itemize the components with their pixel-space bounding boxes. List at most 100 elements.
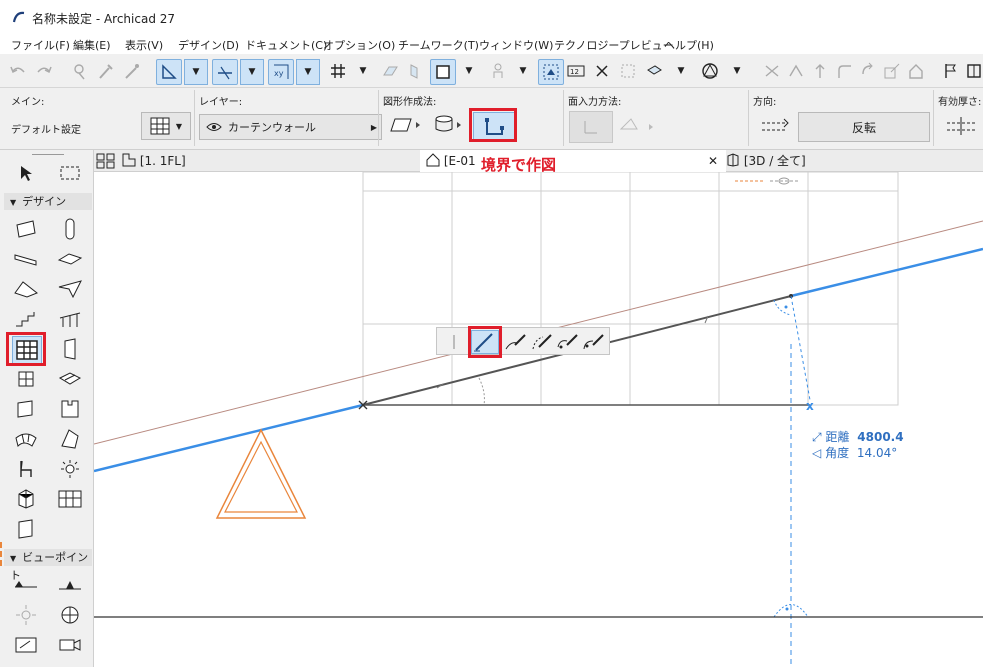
- roof-tool[interactable]: [12, 276, 40, 302]
- grid-icon[interactable]: [326, 59, 350, 83]
- menu-options[interactable]: オプション(O): [323, 37, 395, 53]
- plane-method-button[interactable]: [569, 111, 613, 143]
- selection-box-icon[interactable]: [616, 59, 640, 83]
- plane-method-alt-button[interactable]: [617, 115, 657, 139]
- human-figure-icon[interactable]: [486, 59, 510, 83]
- wall-plane-icon[interactable]: [402, 59, 426, 83]
- detail-tool[interactable]: [12, 632, 40, 658]
- lamp-tool[interactable]: [56, 456, 84, 482]
- grid-dropdown-icon[interactable]: ▼: [352, 59, 374, 83]
- zone-tool[interactable]: [12, 486, 40, 512]
- section-tool[interactable]: [12, 572, 40, 598]
- railing-tool[interactable]: [56, 306, 84, 332]
- interior-elevation-tool[interactable]: [12, 602, 40, 628]
- shell-tool[interactable]: [56, 276, 84, 302]
- snap-guides-icon[interactable]: [212, 59, 238, 85]
- grid-snap-dropdown-icon[interactable]: ▼: [296, 59, 320, 85]
- flip-button[interactable]: 反転: [798, 112, 930, 142]
- window-icon[interactable]: [962, 59, 983, 83]
- fillet-icon[interactable]: [832, 59, 856, 83]
- menu-view[interactable]: 表示(V): [125, 37, 163, 53]
- pick-up-parameters-icon[interactable]: [68, 59, 92, 83]
- skylight-tool[interactable]: [56, 366, 84, 392]
- beam-tool[interactable]: [12, 246, 40, 272]
- menu-teamwork[interactable]: チームワーク(T): [398, 37, 479, 53]
- morph-tool[interactable]: [56, 426, 84, 452]
- arrow-tool[interactable]: [12, 160, 40, 186]
- worksheet-tool[interactable]: [56, 602, 84, 628]
- scissors-icon[interactable]: [760, 59, 784, 83]
- direction-icon-button[interactable]: [760, 115, 790, 137]
- menu-edit[interactable]: 編集(E): [73, 37, 111, 53]
- undo-icon[interactable]: [6, 59, 30, 83]
- flag-icon[interactable]: [938, 59, 962, 83]
- intersect-icon[interactable]: [784, 59, 808, 83]
- camera-tool[interactable]: [56, 632, 84, 658]
- menu-tech-preview[interactable]: テクノロジープレビュー: [554, 37, 674, 53]
- thickness-button[interactable]: [945, 115, 979, 137]
- plane-icon[interactable]: [378, 59, 402, 83]
- close-icon[interactable]: ✕: [708, 150, 718, 172]
- shading-icon[interactable]: [698, 59, 722, 83]
- tab-elevation[interactable]: [E-01 ✕: [420, 150, 726, 172]
- drawing-canvas[interactable]: x ⤢ 距離 4800.4 ◁ 角度 14.04°: [94, 172, 983, 667]
- window-tool[interactable]: [12, 366, 40, 392]
- door-tool[interactable]: [56, 336, 84, 362]
- pet-arc-tangent[interactable]: [581, 331, 607, 353]
- human-figure-dropdown-icon[interactable]: ▼: [512, 59, 534, 83]
- corner-window-icon: [17, 400, 33, 418]
- tab-3d[interactable]: [3D / 全て]: [726, 150, 806, 172]
- slab-tool[interactable]: [56, 246, 84, 272]
- column-tool[interactable]: [56, 216, 84, 242]
- elevate-icon[interactable]: [808, 59, 832, 83]
- tab-floor-plan[interactable]: [1. 1FL]: [122, 150, 186, 172]
- measure-icon[interactable]: 12: [564, 59, 588, 83]
- arrow-cursor-icon: [21, 166, 32, 181]
- menu-file[interactable]: ファイル(F): [11, 37, 70, 53]
- corner-window-tool[interactable]: [12, 396, 40, 422]
- trace-reference-icon[interactable]: [538, 59, 564, 85]
- guide-lines-icon[interactable]: [156, 59, 182, 85]
- window-tool-icon: [18, 371, 34, 387]
- viewpoint-section-header[interactable]: ▼ ビューポイント: [4, 549, 92, 582]
- menu-document[interactable]: ドキュメント(C): [245, 37, 327, 53]
- house-icon[interactable]: [904, 59, 928, 83]
- eyedropper-icon[interactable]: [94, 59, 118, 83]
- resize-icon[interactable]: [880, 59, 904, 83]
- rotate-icon[interactable]: [856, 59, 880, 83]
- layout-icon[interactable]: [430, 59, 456, 85]
- grid-snap-icon[interactable]: xy: [268, 59, 294, 85]
- syringe-icon[interactable]: [120, 59, 144, 83]
- pet-tangent-arc[interactable]: [503, 331, 529, 353]
- stair-tool[interactable]: [12, 306, 40, 332]
- 3d-cube-dropdown-icon[interactable]: ▼: [670, 59, 692, 83]
- object-tool[interactable]: [12, 456, 40, 482]
- elevation-tool[interactable]: [56, 572, 84, 598]
- snap-guides-dropdown-icon[interactable]: ▼: [240, 59, 264, 85]
- cross-icon[interactable]: [590, 59, 614, 83]
- opening-tool[interactable]: [12, 516, 40, 542]
- wall-tool[interactable]: [12, 216, 40, 242]
- tab-overview-button[interactable]: [96, 153, 116, 169]
- layer-selector[interactable]: カーテンウォール ▶: [199, 114, 382, 140]
- wall-end-tool[interactable]: [56, 396, 84, 422]
- menu-design[interactable]: デザイン(D): [178, 37, 239, 53]
- redo-icon[interactable]: [32, 59, 56, 83]
- design-section-header[interactable]: ▼ デザイン: [4, 193, 92, 210]
- layout-dropdown-icon[interactable]: ▼: [458, 59, 480, 83]
- mesh-tool[interactable]: [12, 426, 40, 452]
- curtain-wall-grid-icon: [150, 117, 170, 135]
- pet-arc-center[interactable]: [555, 331, 581, 353]
- geometry-curved-button[interactable]: [432, 113, 466, 135]
- pet-arc-3-point[interactable]: [529, 331, 555, 353]
- curtain-panel-tool[interactable]: [56, 486, 84, 512]
- menu-window[interactable]: ウィンドウ(W): [479, 37, 553, 53]
- menu-help[interactable]: ヘルプ(H): [664, 37, 714, 53]
- pet-line-segment[interactable]: [440, 331, 468, 353]
- guide-lines-dropdown-icon[interactable]: ▼: [184, 59, 208, 85]
- geometry-straight-button[interactable]: [389, 115, 423, 135]
- marquee-tool[interactable]: [56, 160, 84, 186]
- shading-dropdown-icon[interactable]: ▼: [726, 59, 748, 83]
- favorites-button[interactable]: ▼: [141, 112, 191, 140]
- 3d-cube-icon[interactable]: [642, 59, 666, 83]
